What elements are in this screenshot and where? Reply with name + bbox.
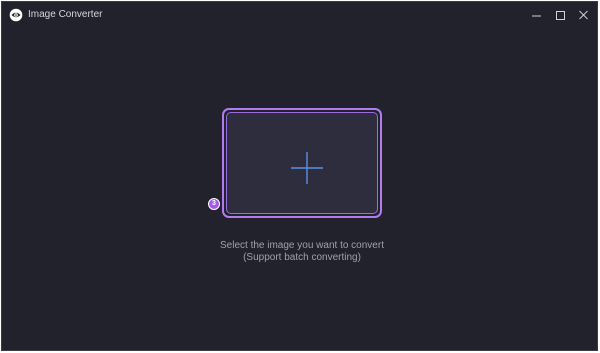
maximize-icon	[556, 11, 565, 20]
add-image-drop-zone[interactable]	[222, 108, 382, 218]
maximize-button[interactable]	[552, 6, 570, 24]
close-icon	[579, 10, 588, 20]
eye-logo-icon	[9, 8, 23, 22]
minimize-button[interactable]	[528, 6, 546, 24]
app-window: Image Converter 3 Select the image you w…	[1, 1, 598, 351]
step-number-badge: 3	[208, 198, 220, 210]
drop-zone-inner[interactable]	[226, 112, 378, 214]
app-title: Image Converter	[28, 9, 103, 20]
plus-icon[interactable]	[291, 152, 323, 189]
batch-support-note: (Support batch converting)	[243, 252, 361, 263]
title-bar[interactable]: Image Converter	[2, 2, 597, 28]
minimize-icon	[532, 15, 541, 17]
instruction-text: Select the image you want to convert	[220, 240, 384, 251]
close-button[interactable]	[575, 6, 593, 24]
